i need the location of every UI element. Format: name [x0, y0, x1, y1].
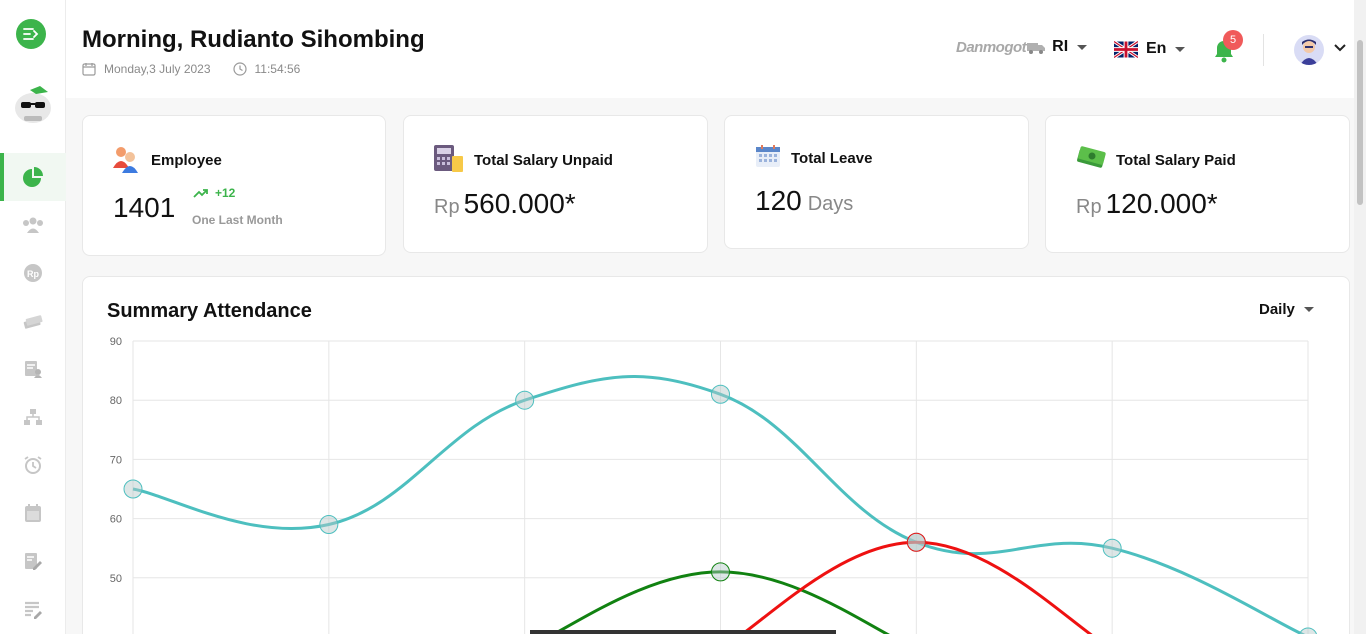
date-time-row: Monday,3 July 2023 11:54:56 — [82, 62, 322, 76]
employee-card[interactable]: Employee 1401 +12 One Last Month — [82, 115, 386, 256]
avatar-image — [1300, 39, 1318, 65]
salary-paid-amount: Rp 120.000* — [1076, 188, 1218, 220]
y-tick-label: 60 — [110, 514, 122, 526]
menu-toggle-button[interactable] — [16, 19, 46, 49]
header-divider — [1263, 34, 1264, 66]
trending-up-icon — [193, 189, 208, 198]
calendar-icon — [25, 504, 41, 522]
greeting-title: Morning, Rudianto Sihombing — [82, 26, 425, 53]
calculator-icon — [434, 145, 463, 172]
data-point — [711, 384, 730, 404]
employee-trend-label: One Last Month — [192, 213, 283, 227]
scrollbar-thumb[interactable] — [1357, 40, 1363, 205]
edit-document-icon — [25, 553, 42, 570]
total-leave-value: 120 — [755, 185, 802, 216]
y-tick-label: 50 — [110, 573, 122, 585]
y-tick-label: 80 — [110, 395, 122, 407]
cash-icon — [1077, 146, 1106, 168]
nav-org-structure[interactable] — [0, 393, 66, 441]
rupiah-icon: Rp — [24, 264, 42, 282]
total-leave-amount: 120 Days — [755, 185, 853, 217]
sidebar: Rp — [0, 0, 66, 634]
leave-unit: Days — [807, 193, 854, 215]
salary-paid-card[interactable]: Total Salary Paid Rp 120.000* — [1045, 115, 1350, 253]
calendar-small-icon — [82, 63, 96, 76]
pie-chart-icon — [23, 167, 43, 187]
user-avatar[interactable] — [1294, 35, 1324, 65]
employee-trend-value: +12 — [215, 186, 236, 200]
employee-icon — [113, 147, 138, 173]
data-point — [123, 479, 143, 499]
attendance-line-chart: 90 80 70 60 50 — [110, 336, 1318, 634]
company-code: RI — [1052, 38, 1069, 55]
notification-badge: 5 — [1223, 30, 1243, 50]
svg-text:Rp: Rp — [27, 269, 39, 279]
y-tick-label: 70 — [110, 454, 122, 466]
data-point — [1298, 627, 1318, 634]
clock-icon — [232, 62, 247, 76]
data-point — [711, 562, 730, 582]
language-selector[interactable]: En — [1114, 40, 1186, 58]
data-point — [515, 390, 535, 410]
employee-trend: +12 — [193, 186, 235, 200]
edit-list-icon — [25, 601, 42, 619]
menu-collapse-icon — [23, 28, 39, 40]
calendar-grid-icon — [756, 145, 780, 167]
total-leave-title: Total Leave — [791, 150, 873, 167]
company-selector[interactable]: Danmogot RI — [956, 38, 1088, 56]
app-logo — [12, 84, 54, 126]
current-date: Monday,3 July 2023 — [104, 62, 211, 76]
chevron-down-icon — [1175, 46, 1186, 52]
nav-employees[interactable] — [0, 201, 66, 249]
chevron-down-icon — [1077, 44, 1088, 50]
chevron-down-icon[interactable] — [1334, 44, 1346, 52]
nav-dashboard[interactable] — [0, 153, 66, 201]
users-icon — [23, 217, 43, 233]
salary-unpaid-value: 560.000* — [463, 188, 576, 219]
currency-prefix: Rp — [1076, 196, 1102, 218]
salary-unpaid-title: Total Salary Unpaid — [474, 152, 613, 169]
top-header: Morning, Rudianto Sihombing Monday,3 Jul… — [66, 0, 1354, 98]
truck-logo-icon — [1027, 43, 1046, 54]
company-logo: Danmogot — [956, 38, 1027, 56]
page-scrollbar[interactable] — [1354, 0, 1366, 634]
salary-unpaid-card[interactable]: Total Salary Unpaid Rp 560.000* — [403, 115, 708, 253]
salary-paid-title: Total Salary Paid — [1116, 152, 1236, 169]
language-label: En — [1146, 40, 1167, 57]
user-report-icon — [25, 361, 42, 378]
currency-prefix: Rp — [434, 196, 460, 218]
employee-count: 1401 — [113, 192, 176, 223]
employee-card-title: Employee — [151, 152, 222, 169]
chart-tooltip — [530, 630, 836, 634]
nav-edit-list[interactable] — [0, 585, 66, 633]
money-stack-icon — [23, 315, 43, 329]
data-point — [319, 515, 339, 535]
hierarchy-icon — [24, 409, 42, 425]
y-tick-label: 90 — [110, 336, 122, 348]
nav-user-report[interactable] — [0, 345, 66, 393]
data-point — [906, 532, 926, 552]
salary-paid-value: 120.000* — [1105, 188, 1218, 219]
nav-money[interactable] — [0, 297, 66, 345]
nav-attendance-clock[interactable] — [0, 441, 66, 489]
total-leave-card[interactable]: Total Leave 120 Days — [724, 115, 1029, 249]
uk-flag-icon — [1114, 40, 1138, 58]
nav-edit-document[interactable] — [0, 537, 66, 585]
salary-unpaid-amount: Rp 560.000* — [434, 188, 576, 220]
data-point — [1102, 538, 1122, 558]
alarm-clock-icon — [24, 456, 42, 474]
nav-calendar[interactable] — [0, 489, 66, 537]
nav-payroll[interactable]: Rp — [0, 249, 66, 297]
current-time: 11:54:56 — [254, 62, 301, 76]
